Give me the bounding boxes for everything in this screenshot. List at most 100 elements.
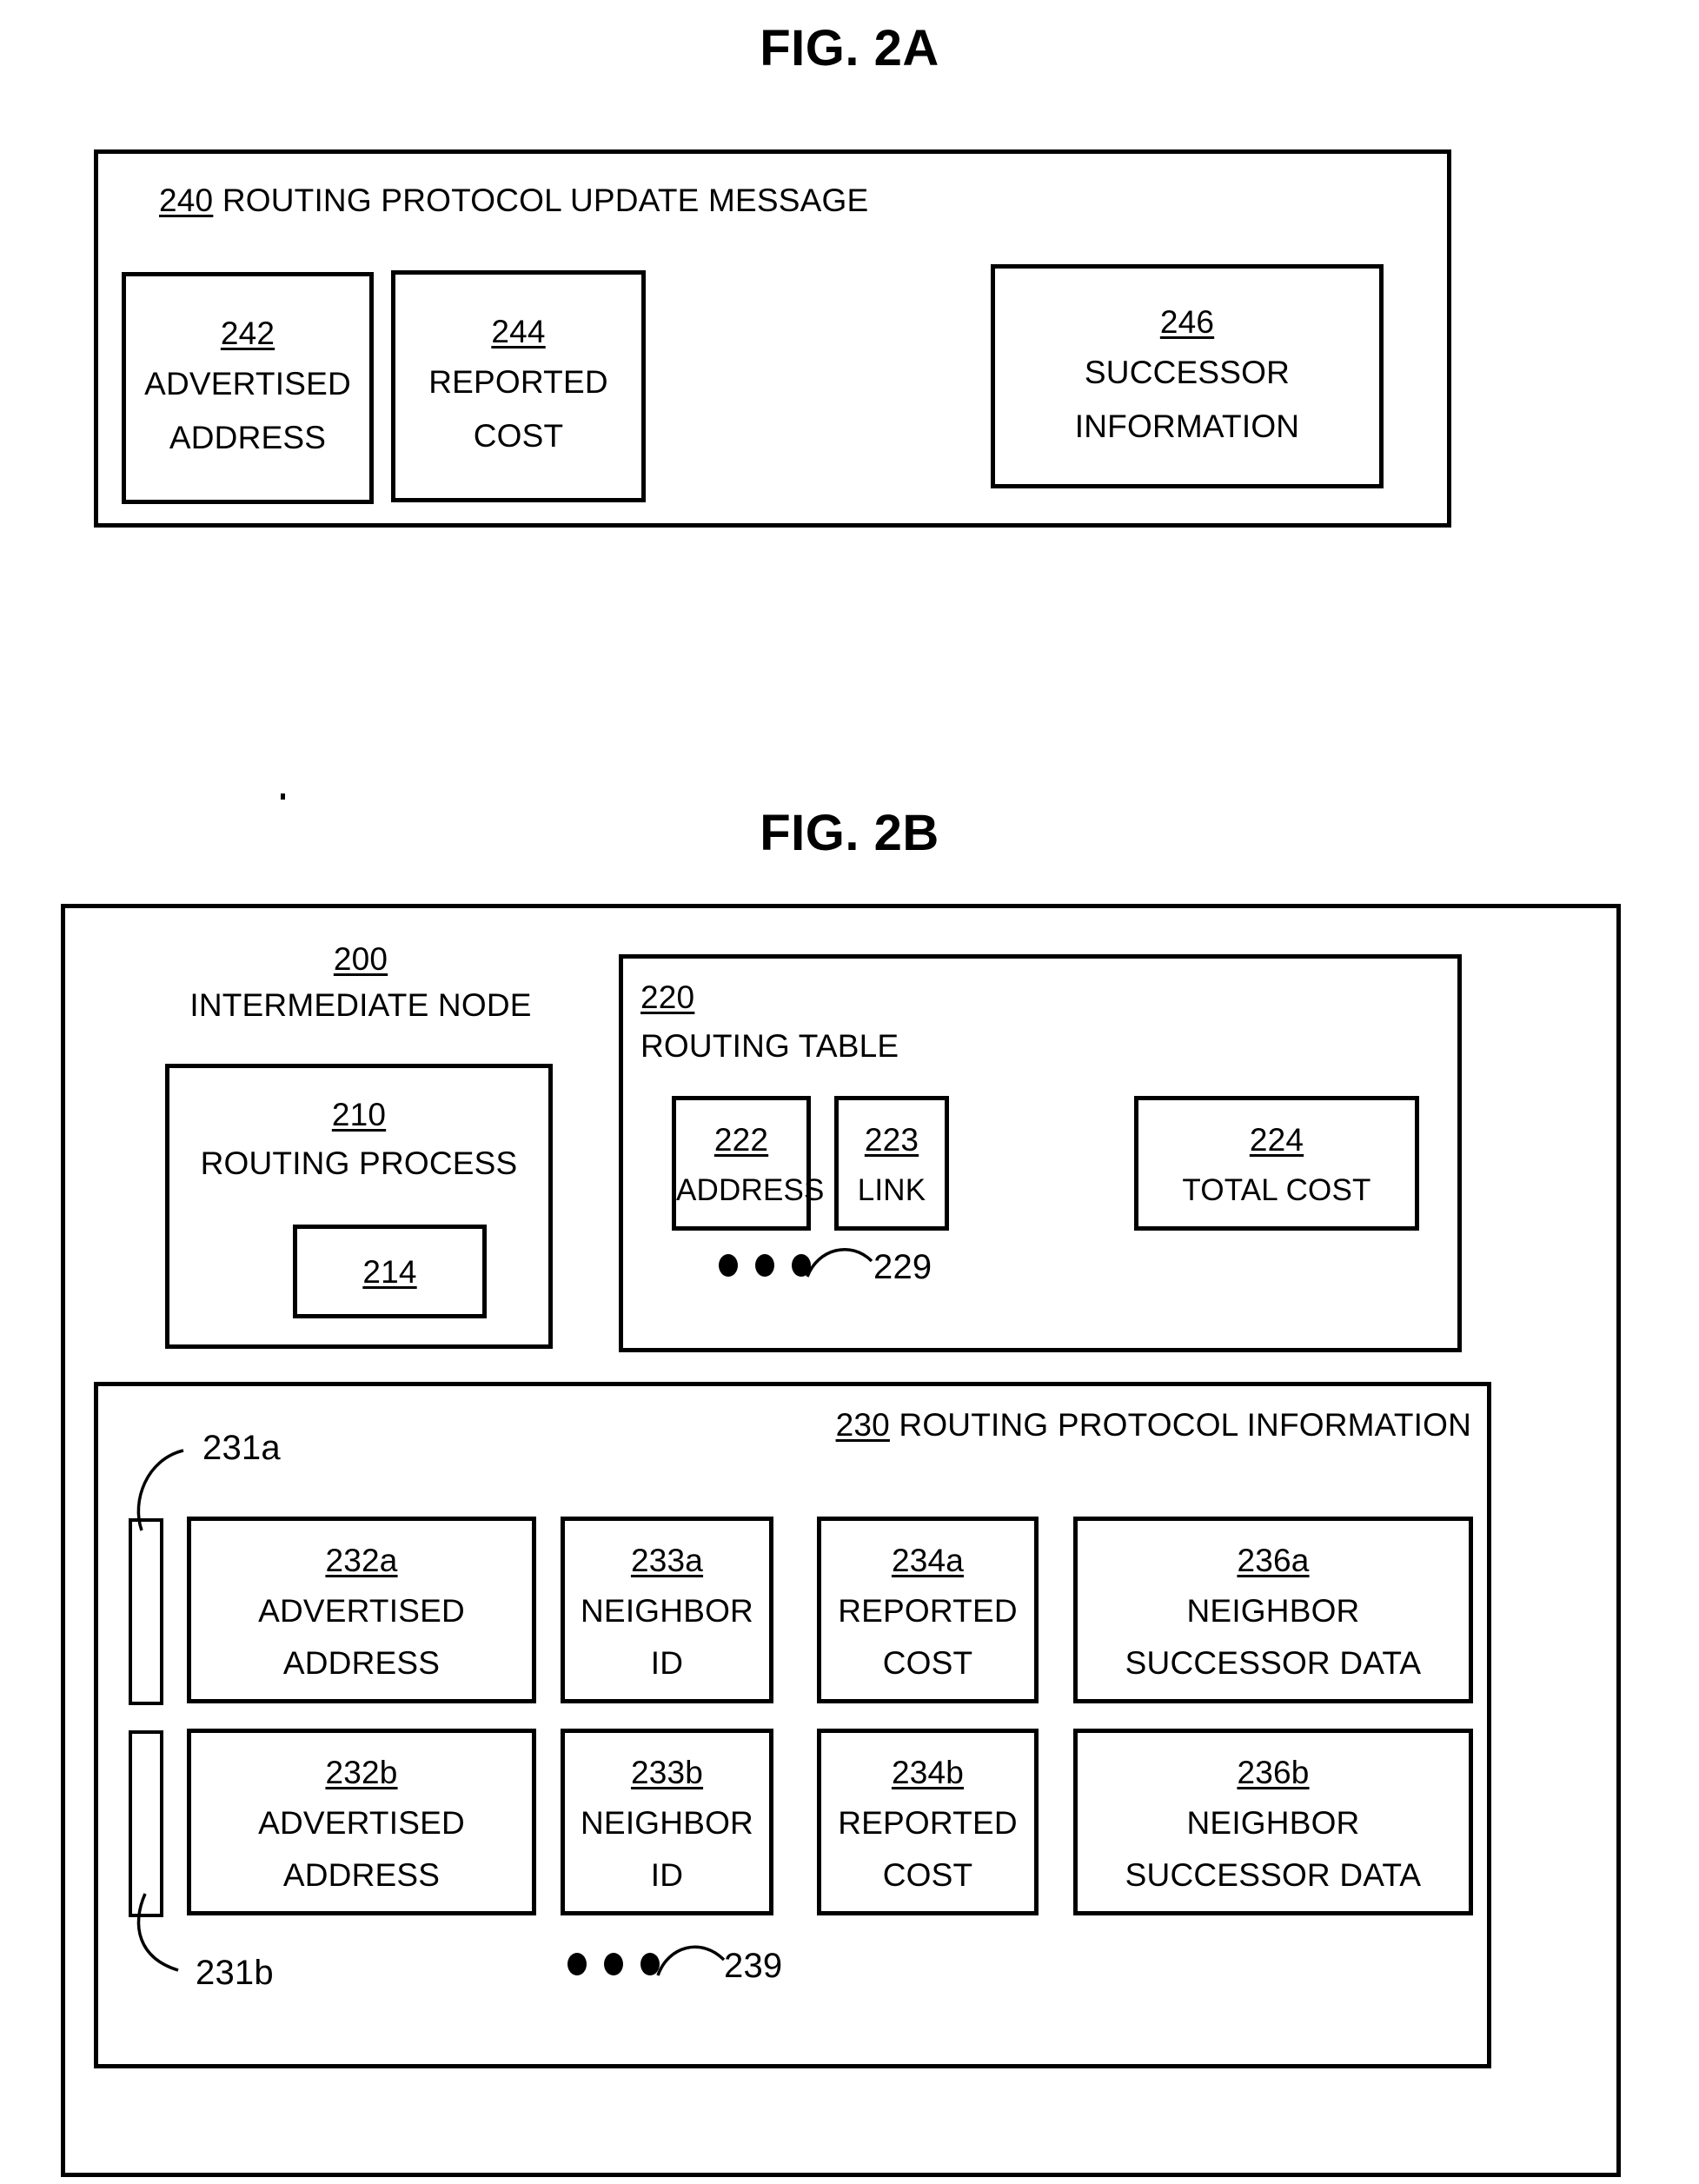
- routing-table-label: ROUTING TABLE: [640, 1028, 899, 1064]
- cell-234a-reported-cost: 234a REPORTED COST: [817, 1517, 1039, 1703]
- routing-protocol-information-label: ROUTING PROTOCOL INFORMATION: [899, 1407, 1471, 1443]
- cell-236a-line1: NEIGHBOR: [1186, 1593, 1360, 1629]
- ref-224: 224: [1249, 1122, 1304, 1158]
- routing-table-continuation-dots: [719, 1254, 811, 1277]
- routing-protocol-information-box: 230 ROUTING PROTOCOL INFORMATION 231a 23…: [94, 1382, 1491, 2068]
- cell-234a-line2: COST: [882, 1645, 973, 1681]
- routing-table-column-223-label: LINK: [857, 1173, 926, 1207]
- field-242-ref-line: 242: [126, 313, 369, 354]
- routing-table-column-224-label: TOTAL COST: [1182, 1173, 1371, 1207]
- ref-240: 240: [159, 183, 214, 218]
- ref-246: 246: [1159, 304, 1215, 340]
- ref-222-line: 222: [676, 1119, 806, 1160]
- cell-236a-neighbor-successor-data: 236a NEIGHBOR SUCCESSOR DATA: [1073, 1517, 1473, 1703]
- routing-table-column-222-label: ADDRESS: [676, 1173, 825, 1207]
- ref-236b-line: 236b: [1078, 1752, 1469, 1793]
- cell-233b-neighbor-id: 233b NEIGHBOR ID: [561, 1729, 773, 1915]
- ref-231b: 231b: [196, 1954, 274, 1992]
- dot-1: [719, 1254, 738, 1277]
- ref-224-line: 224: [1138, 1119, 1415, 1160]
- ref-232a-line: 232a: [191, 1540, 532, 1581]
- routing-table-box: 220 ROUTING TABLE 222 ADDRESS 223 LINK 2…: [619, 954, 1462, 1352]
- ref-223: 223: [864, 1122, 919, 1158]
- routing-table-column-223-link: 223 LINK: [834, 1096, 949, 1231]
- ref-233b-line: 233b: [565, 1752, 769, 1793]
- scan-artifact-speck: [281, 793, 285, 800]
- field-242-advertised-address: 242 ADVERTISED ADDRESS: [122, 272, 374, 504]
- ref-244: 244: [491, 314, 546, 349]
- ref-242: 242: [220, 315, 275, 351]
- ref-210: 210: [331, 1097, 387, 1132]
- ref-234a-line: 234a: [821, 1540, 1034, 1581]
- cell-236b-line2: SUCCESSOR DATA: [1125, 1857, 1422, 1893]
- ref-230-gap: [890, 1407, 899, 1443]
- cell-233a-line1: NEIGHBOR: [581, 1593, 753, 1629]
- ref-200: 200: [333, 941, 388, 977]
- dot-2: [604, 1953, 623, 1975]
- ref-233a: 233a: [630, 1543, 704, 1578]
- field-244-ref-line: 244: [395, 311, 641, 352]
- routing-process-box: 210 ROUTING PROCESS 214: [165, 1064, 553, 1349]
- field-244-line1: REPORTED: [428, 364, 608, 400]
- dot-1: [567, 1953, 587, 1975]
- cell-233b-line1: NEIGHBOR: [581, 1805, 753, 1841]
- label-240-text: ROUTING PROTOCOL UPDATE MESSAGE: [222, 183, 869, 218]
- routing-protocol-information-continuation-dots: [567, 1953, 660, 1975]
- ref-234b: 234b: [891, 1755, 965, 1790]
- patent-figure-sheet: FIG. 2A 240 ROUTING PROTOCOL UPDATE MESS…: [0, 0, 1699, 2184]
- cell-234b-line1: REPORTED: [838, 1805, 1018, 1841]
- ref-239: 239: [724, 1947, 783, 1985]
- cell-232b-advertised-address: 232b ADVERTISED ADDRESS: [187, 1729, 536, 1915]
- entry-231a-bar: [129, 1518, 163, 1705]
- label-240: [213, 183, 222, 218]
- cell-232b-line2: ADDRESS: [282, 1857, 441, 1893]
- field-246-ref-line: 246: [995, 302, 1379, 342]
- cell-236a-line2: SUCCESSOR DATA: [1125, 1645, 1422, 1681]
- routing-process-inner-214-box: 214: [293, 1225, 487, 1318]
- field-246-successor-information: 246 SUCCESSOR INFORMATION: [991, 264, 1384, 488]
- cell-234b-reported-cost: 234b REPORTED COST: [817, 1729, 1039, 1915]
- ref-233a-line: 233a: [565, 1540, 769, 1581]
- ref-222: 222: [713, 1122, 769, 1158]
- routing-table-column-224-total-cost: 224 TOTAL COST: [1134, 1096, 1419, 1231]
- ref-232b-line: 232b: [191, 1752, 532, 1793]
- ref-231a: 231a: [202, 1429, 281, 1467]
- cell-236b-line1: NEIGHBOR: [1186, 1805, 1360, 1841]
- cell-233a-line2: ID: [650, 1645, 684, 1681]
- ref-230: 230: [835, 1407, 890, 1443]
- figure-2a-title: FIG. 2A: [760, 20, 939, 76]
- cell-233a-neighbor-id: 233a NEIGHBOR ID: [561, 1517, 773, 1703]
- routing-table-column-222-address: 222 ADDRESS: [672, 1096, 825, 1231]
- ref-223-line: 223: [839, 1119, 945, 1160]
- ref-236b: 236b: [1237, 1755, 1310, 1790]
- cell-234a-line1: REPORTED: [838, 1593, 1018, 1629]
- ref-234a: 234a: [891, 1543, 965, 1578]
- ref-229: 229: [873, 1248, 932, 1286]
- dot-2: [755, 1254, 774, 1277]
- field-244-reported-cost: 244 REPORTED COST: [391, 270, 646, 502]
- ref-240-label: 240 ROUTING PROTOCOL UPDATE MESSAGE: [159, 181, 868, 221]
- cell-233b-line2: ID: [650, 1857, 684, 1893]
- ref-236a-line: 236a: [1078, 1540, 1469, 1581]
- cell-232b-line1: ADVERTISED: [258, 1805, 465, 1841]
- ref-220: 220: [640, 979, 695, 1015]
- ref-232a: 232a: [325, 1543, 398, 1578]
- ref-220-line: 220: [640, 978, 694, 1018]
- ref-234b-line: 234b: [821, 1752, 1034, 1793]
- entry-231b-bar: [129, 1730, 163, 1917]
- ref-232b: 232b: [325, 1755, 398, 1790]
- field-246-line1: SUCCESSOR: [1084, 355, 1291, 390]
- ref-230-header: 230 ROUTING PROTOCOL INFORMATION: [836, 1405, 1471, 1445]
- cell-232a-advertised-address: 232a ADVERTISED ADDRESS: [187, 1517, 536, 1703]
- figure-2b-title: FIG. 2B: [760, 805, 939, 861]
- ref-236a: 236a: [1237, 1543, 1310, 1578]
- field-242-line1: ADVERTISED: [144, 366, 351, 402]
- cell-234b-line2: COST: [882, 1857, 973, 1893]
- node-200-label: INTERMEDIATE NODE: [189, 987, 532, 1023]
- field-242-line2: ADDRESS: [169, 420, 327, 455]
- ref-233b: 233b: [630, 1755, 704, 1790]
- ref-214: 214: [362, 1254, 417, 1290]
- cell-232a-line2: ADDRESS: [282, 1645, 441, 1681]
- field-246-line2: INFORMATION: [1074, 408, 1300, 444]
- cell-236b-neighbor-successor-data: 236b NEIGHBOR SUCCESSOR DATA: [1073, 1729, 1473, 1915]
